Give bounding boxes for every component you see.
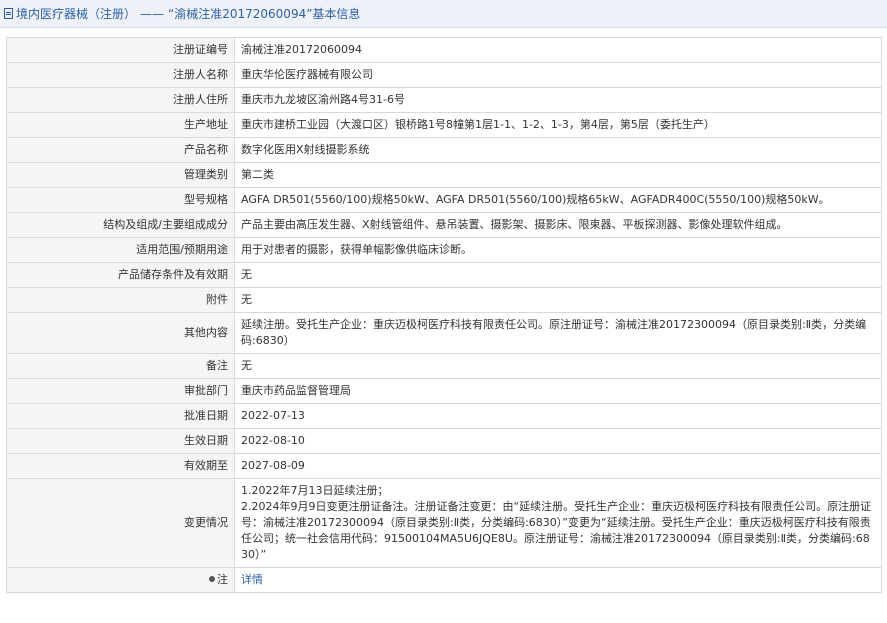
row-label: 生产地址 bbox=[6, 112, 235, 138]
table-row: 结构及组成/主要组成成分 产品主要由高压发生器、X射线管组件、悬吊装置、摄影架、… bbox=[6, 212, 882, 238]
registration-info-table: 注册证编号 渝械注准20172060094 注册人名称 重庆华伦医疗器械有限公司… bbox=[6, 37, 882, 593]
row-label: 生效日期 bbox=[6, 428, 235, 454]
row-value: 2027-08-09 bbox=[234, 453, 882, 479]
row-value: 重庆市药品监督管理局 bbox=[234, 378, 882, 404]
row-label: 管理类别 bbox=[6, 162, 235, 188]
row-value: 重庆市建桥工业园（大渡口区）银桥路1号8幢第1层1-1、1-2、1-3，第4层，… bbox=[234, 112, 882, 138]
table-row: 适用范围/预期用途 用于对患者的摄影，获得单幅影像供临床诊断。 bbox=[6, 237, 882, 263]
table-row: 批准日期 2022-07-13 bbox=[6, 403, 882, 429]
table-row-note: 注 详情 bbox=[6, 567, 882, 593]
row-label: 变更情况 bbox=[6, 478, 235, 568]
change-history-line: 2.2024年9月9日变更注册证备注。注册证备注变更：由“延续注册。受托生产企业… bbox=[241, 500, 872, 561]
row-value: 渝械注准20172060094 bbox=[234, 37, 882, 63]
table-row: 型号规格 AGFA DR501(5560/100)规格50kW、AGFA DR5… bbox=[6, 187, 882, 213]
table-row: 备注 无 bbox=[6, 353, 882, 379]
row-value: 延续注册。受托生产企业：重庆迈极柯医疗科技有限责任公司。原注册证号：渝械注准20… bbox=[234, 312, 882, 354]
location-pin-icon bbox=[209, 576, 215, 582]
table-row: 注册人住所 重庆市九龙坡区渝州路4号31-6号 bbox=[6, 87, 882, 113]
row-label: 注册人住所 bbox=[6, 87, 235, 113]
page-title: “渝械注准20172060094”基本信息 bbox=[168, 7, 361, 21]
row-label: 注册证编号 bbox=[6, 37, 235, 63]
table-row: 生效日期 2022-08-10 bbox=[6, 428, 882, 454]
row-label: 其他内容 bbox=[6, 312, 235, 354]
row-label: 附件 bbox=[6, 287, 235, 313]
change-history-line: 1.2022年7月13日延续注册； bbox=[241, 484, 389, 497]
table-row: 管理类别 第二类 bbox=[6, 162, 882, 188]
details-link[interactable]: 详情 bbox=[241, 573, 263, 586]
table-row: 附件 无 bbox=[6, 287, 882, 313]
table-row-change-history: 变更情况 1.2022年7月13日延续注册； 2.2024年9月9日变更注册证备… bbox=[6, 478, 882, 568]
row-value: 重庆华伦医疗器械有限公司 bbox=[234, 62, 882, 88]
table-row: 其他内容 延续注册。受托生产企业：重庆迈极柯医疗科技有限责任公司。原注册证号：渝… bbox=[6, 312, 882, 354]
table-row: 产品名称 数字化医用X射线摄影系统 bbox=[6, 137, 882, 163]
row-label: 批准日期 bbox=[6, 403, 235, 429]
row-value: 第二类 bbox=[234, 162, 882, 188]
row-label: 结构及组成/主要组成成分 bbox=[6, 212, 235, 238]
change-history-value: 1.2022年7月13日延续注册； 2.2024年9月9日变更注册证备注。注册证… bbox=[234, 478, 882, 568]
header-separator: —— bbox=[140, 6, 165, 21]
row-value: 无 bbox=[234, 287, 882, 313]
row-label: 审批部门 bbox=[6, 378, 235, 404]
row-value: 用于对患者的摄影，获得单幅影像供临床诊断。 bbox=[234, 237, 882, 263]
row-label: 注册人名称 bbox=[6, 62, 235, 88]
row-value: AGFA DR501(5560/100)规格50kW、AGFA DR501(55… bbox=[234, 187, 882, 213]
row-label: 注 bbox=[217, 573, 228, 586]
row-label: 型号规格 bbox=[6, 187, 235, 213]
row-value: 重庆市九龙坡区渝州路4号31-6号 bbox=[234, 87, 882, 113]
row-value: 无 bbox=[234, 353, 882, 379]
table-row: 有效期至 2027-08-09 bbox=[6, 453, 882, 479]
row-value: 数字化医用X射线摄影系统 bbox=[234, 137, 882, 163]
row-label: 备注 bbox=[6, 353, 235, 379]
row-value: 产品主要由高压发生器、X射线管组件、悬吊装置、摄影架、摄影床、限束器、平板探测器… bbox=[234, 212, 882, 238]
table-row: 产品储存条件及有效期 无 bbox=[6, 262, 882, 288]
table-row: 注册证编号 渝械注准20172060094 bbox=[6, 37, 882, 63]
row-label: 产品名称 bbox=[6, 137, 235, 163]
row-label: 适用范围/预期用途 bbox=[6, 237, 235, 263]
note-value: 详情 bbox=[234, 567, 882, 593]
page-header: 境内医疗器械（注册） —— “渝械注准20172060094”基本信息 bbox=[0, 0, 887, 28]
document-icon bbox=[4, 8, 13, 19]
header-category: 境内医疗器械（注册） bbox=[16, 7, 137, 21]
row-value: 2022-08-10 bbox=[234, 428, 882, 454]
note-label-cell: 注 bbox=[6, 567, 235, 593]
table-row: 生产地址 重庆市建桥工业园（大渡口区）银桥路1号8幢第1层1-1、1-2、1-3… bbox=[6, 112, 882, 138]
row-value: 无 bbox=[234, 262, 882, 288]
row-label: 产品储存条件及有效期 bbox=[6, 262, 235, 288]
row-value: 2022-07-13 bbox=[234, 403, 882, 429]
table-row: 审批部门 重庆市药品监督管理局 bbox=[6, 378, 882, 404]
row-label: 有效期至 bbox=[6, 453, 235, 479]
table-row: 注册人名称 重庆华伦医疗器械有限公司 bbox=[6, 62, 882, 88]
